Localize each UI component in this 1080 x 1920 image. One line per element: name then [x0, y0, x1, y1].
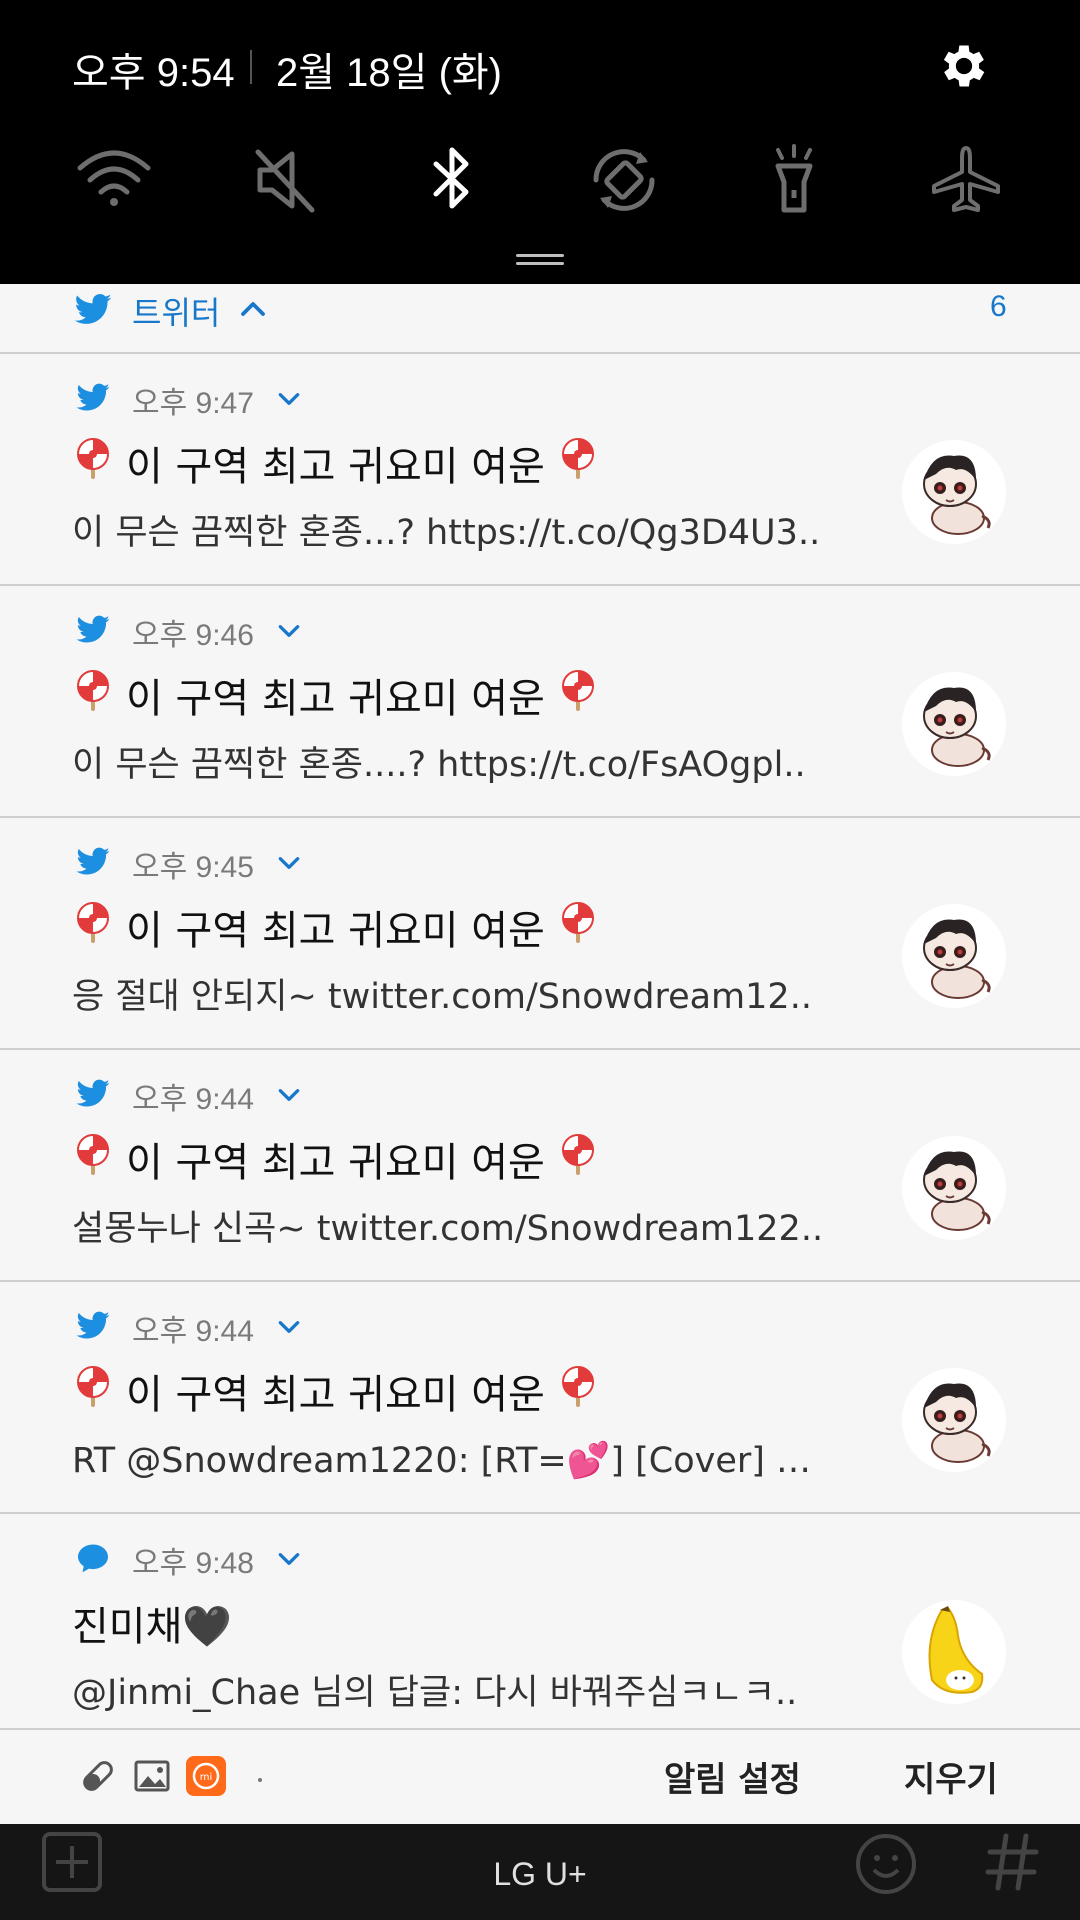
notification-body: RT @Snowdream1220: [RT=💕] [Cover] 설몽..	[72, 1441, 832, 1481]
status-time: 오후 9:54	[72, 51, 235, 95]
notification-item[interactable]: 오후 9:44 이 구역 최고 귀요미 여운 설몽누나 신곡~ twitter.…	[0, 1050, 1080, 1282]
mi-app-icon[interactable]: mi	[184, 1754, 228, 1798]
notification-body: 이 무슨 끔찍한 혼종...? https://t.co/Qg3D4U3..	[72, 513, 821, 553]
notification-title: 진미채🖤	[72, 1604, 233, 1650]
airplane-mode-icon[interactable]	[926, 140, 1006, 220]
chevron-down-icon[interactable]	[276, 1314, 302, 1340]
gallery-icon[interactable]	[130, 1754, 174, 1798]
twitter-bird-icon	[76, 847, 110, 875]
twitter-reply-icon	[78, 1544, 108, 1573]
chibi-avatar	[902, 904, 1006, 1008]
lollipop-emoji-icon	[72, 437, 114, 489]
auto-rotate-icon[interactable]	[584, 140, 664, 220]
lollipop-emoji-icon	[557, 901, 599, 953]
notification-footer: mi 알림 설정 지우기	[0, 1728, 1080, 1826]
twitter-bird-icon	[76, 1311, 110, 1339]
notification-item[interactable]: 오후 9:44 이 구역 최고 귀요미 여운 RT @Snowdream1220…	[0, 1282, 1080, 1514]
notification-title: 이 구역 최고 귀요미 여운	[126, 676, 545, 722]
pill-icon[interactable]	[76, 1754, 120, 1798]
carrier-bar: LG U+	[0, 1824, 1080, 1920]
chevron-down-icon[interactable]	[276, 850, 302, 876]
panel-drag-handle[interactable]	[516, 254, 564, 266]
banana-avatar	[902, 1600, 1006, 1704]
notification-title-row: 이 구역 최고 귀요미 여운	[72, 898, 599, 956]
sound-mute-icon[interactable]	[246, 140, 326, 220]
wifi-icon[interactable]	[74, 140, 154, 220]
twitter-bird-icon	[76, 1079, 110, 1107]
chevron-down-icon[interactable]	[276, 1546, 302, 1572]
notification-title: 이 구역 최고 귀요미 여운	[126, 908, 545, 954]
notification-item[interactable]: 오후 9:48 진미채🖤 @Jinmi_Chae 님의 답글: 다시 바꿔주심ㅋ…	[0, 1514, 1080, 1746]
status-date: 2월 18일 (화)	[276, 51, 503, 95]
lollipop-emoji-icon	[557, 1365, 599, 1417]
notification-title: 이 구역 최고 귀요미 여운	[126, 444, 545, 490]
chevron-up-icon[interactable]	[238, 294, 268, 324]
emoji-icon[interactable]	[854, 1832, 918, 1896]
notification-time: 오후 9:45	[132, 851, 254, 884]
notification-title-row: 이 구역 최고 귀요미 여운	[72, 1130, 599, 1188]
notification-time: 오후 9:47	[132, 387, 254, 420]
lollipop-emoji-icon	[72, 901, 114, 953]
notification-item[interactable]: 오후 9:46 이 구역 최고 귀요미 여운 이 무슨 끔찍한 혼종....? …	[0, 586, 1080, 818]
chibi-avatar	[902, 672, 1006, 776]
flashlight-icon[interactable]	[754, 140, 834, 220]
hashtag-icon[interactable]	[984, 1830, 1040, 1894]
chibi-avatar	[902, 1136, 1006, 1240]
lollipop-emoji-icon	[72, 669, 114, 721]
chevron-down-icon[interactable]	[276, 386, 302, 412]
notification-title-row: 진미채🖤	[72, 1594, 232, 1652]
group-app-name: 트위터	[132, 294, 221, 332]
notification-title: 이 구역 최고 귀요미 여운	[126, 1140, 545, 1186]
clear-button[interactable]: 지우기	[904, 1752, 998, 1801]
twitter-bird-icon	[76, 615, 110, 643]
lollipop-emoji-icon	[72, 1365, 114, 1417]
notification-time: 오후 9:46	[132, 619, 254, 652]
notification-title: 이 구역 최고 귀요미 여운	[126, 1372, 545, 1418]
notification-settings-button[interactable]: 알림 설정	[664, 1752, 801, 1801]
notification-title-row: 이 구역 최고 귀요미 여운	[72, 666, 599, 724]
chibi-avatar	[902, 440, 1006, 544]
notification-body: @Jinmi_Chae 님의 답글: 다시 바꿔주심ㅋㄴㅋ..	[72, 1673, 798, 1713]
chibi-avatar	[902, 1368, 1006, 1472]
notification-title-row: 이 구역 최고 귀요미 여운	[72, 1362, 599, 1420]
notification-item[interactable]: 오후 9:45 이 구역 최고 귀요미 여운 응 절대 안되지~ twitter…	[0, 818, 1080, 1050]
notification-group-header[interactable]: 트위터 6	[0, 284, 1080, 354]
notification-time: 오후 9:48	[132, 1547, 254, 1580]
twitter-bird-icon	[74, 294, 112, 324]
notification-time: 오후 9:44	[132, 1083, 254, 1116]
lollipop-emoji-icon	[557, 437, 599, 489]
notification-body: 이 무슨 끔찍한 혼종....? https://t.co/FsAOgpl..	[72, 745, 806, 785]
quick-settings-panel: 오후 9:54 2월 18일 (화)	[0, 0, 1080, 284]
chevron-down-icon[interactable]	[276, 618, 302, 644]
notification-time: 오후 9:44	[132, 1315, 254, 1348]
notification-item[interactable]: 오후 9:47 이 구역 최고 귀요미 여운 이 무슨 끔찍한 혼종...? h…	[0, 354, 1080, 586]
lollipop-emoji-icon	[557, 1133, 599, 1185]
notification-title-row: 이 구역 최고 귀요미 여운	[72, 434, 599, 492]
lollipop-emoji-icon	[72, 1133, 114, 1185]
divider	[250, 50, 252, 84]
more-indicator-dot	[258, 1778, 262, 1782]
svg-text:mi: mi	[200, 1772, 213, 1783]
notification-body: 설몽누나 신곡~ twitter.com/Snowdream122..	[72, 1209, 824, 1249]
chevron-down-icon[interactable]	[276, 1082, 302, 1108]
lollipop-emoji-icon	[557, 669, 599, 721]
carrier-name: LG U+	[493, 1856, 587, 1892]
bluetooth-icon[interactable]	[412, 140, 492, 220]
notification-body: 응 절대 안되지~ twitter.com/Snowdream12..	[72, 977, 812, 1017]
twitter-bird-icon	[76, 383, 110, 411]
group-notification-count: 6	[990, 290, 1007, 323]
settings-gear-icon[interactable]	[936, 38, 992, 94]
